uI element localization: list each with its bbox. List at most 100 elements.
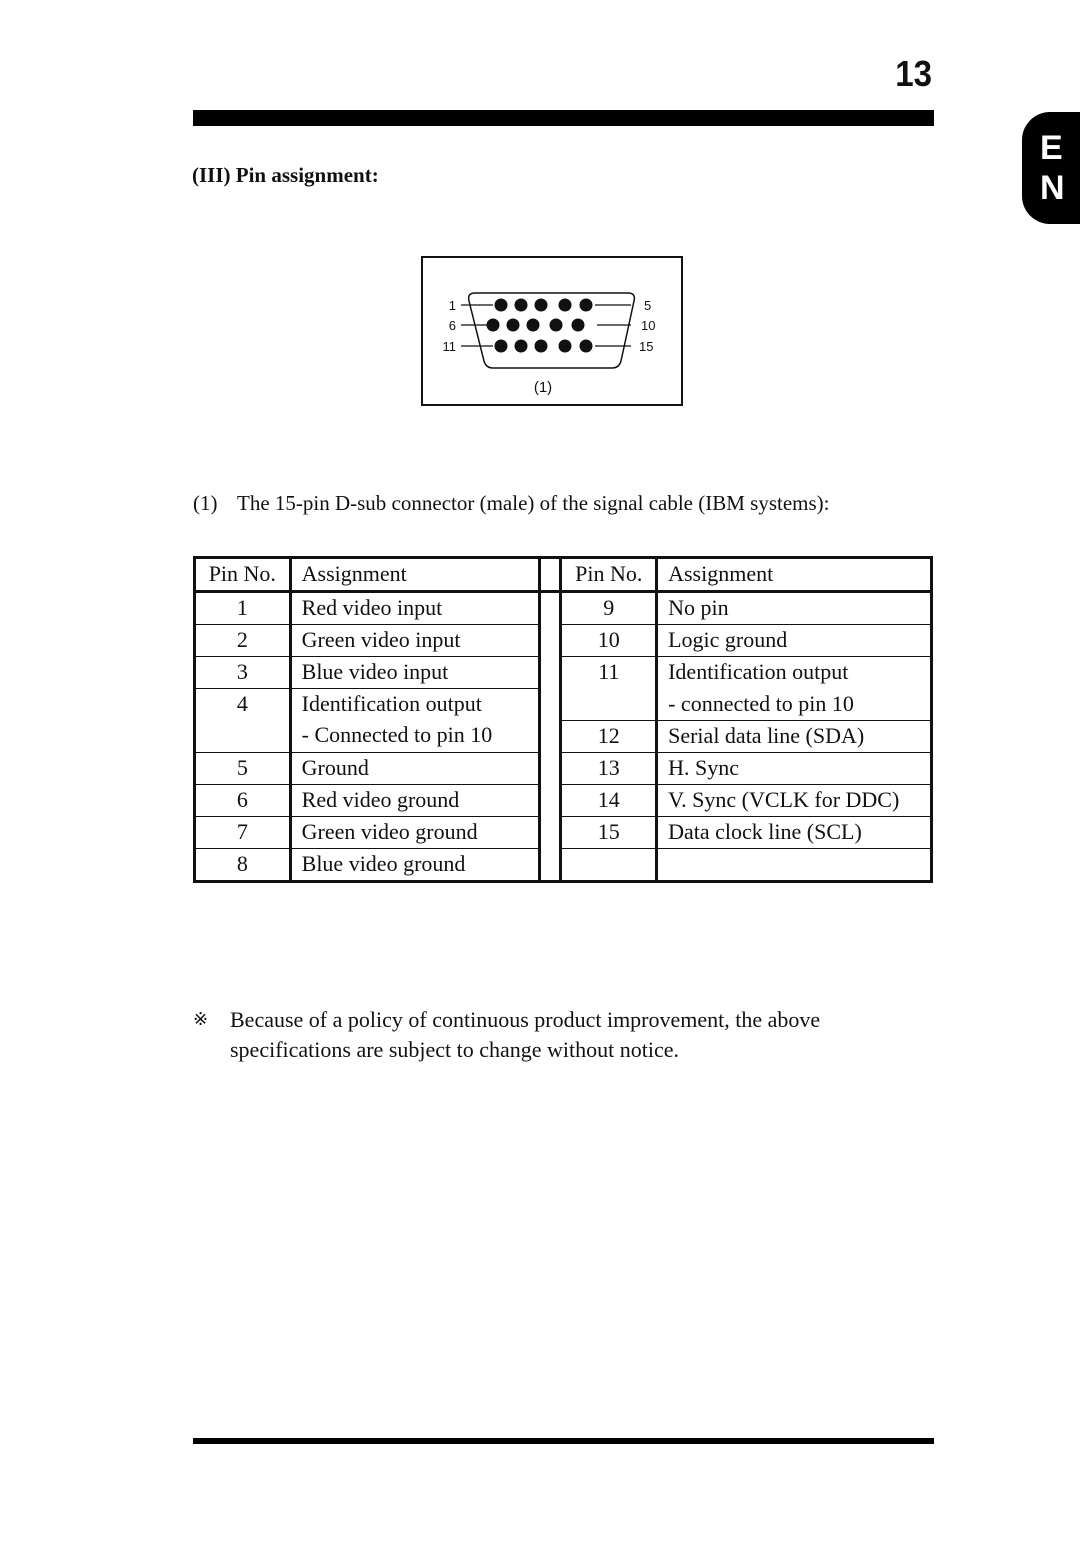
pin-number-cell-right: 15 xyxy=(560,816,659,849)
assignment-cell: Red video ground xyxy=(290,784,542,817)
pin-dot-9 xyxy=(549,318,563,332)
pin-number-cell-right: 9 xyxy=(560,591,659,625)
pin-dot-10 xyxy=(571,318,585,332)
pin-number-cell: 5 xyxy=(194,752,292,785)
assignment-cell-right: Data clock line (SCL) xyxy=(656,816,932,849)
assignment-cell: Blue video ground xyxy=(290,848,542,881)
assignment-cell: Red video input xyxy=(290,591,542,625)
asterisk-icon: ※ xyxy=(193,1009,209,1030)
header-assignment-right: Assignment xyxy=(656,557,932,593)
caption-number: (1) xyxy=(193,491,218,515)
assignment-cell-right: Logic ground xyxy=(656,624,932,657)
pin-dot-6 xyxy=(486,318,500,332)
footer-rule xyxy=(193,1438,934,1444)
pin-number-cell: 6 xyxy=(194,784,292,817)
pin-dots xyxy=(486,298,593,353)
column-gap xyxy=(539,752,563,784)
table-row: 1 Red video input 9 No pin xyxy=(194,591,932,625)
pin-dot-5 xyxy=(579,298,593,312)
header-assignment: Assignment xyxy=(290,557,542,593)
assignment-cell: Blue video input xyxy=(290,656,542,689)
column-gap xyxy=(539,848,563,881)
pin-dot-14 xyxy=(558,339,572,353)
pin-number-cell-right: 12 xyxy=(560,720,659,753)
assignment-cell: Identification output xyxy=(290,688,542,720)
pin-number-cell xyxy=(194,720,292,753)
footnote: ※ Because of a policy of continuous prod… xyxy=(193,1005,938,1065)
section-title: (III) Pin assignment: xyxy=(192,163,379,187)
column-gap xyxy=(539,624,563,657)
pin-dot-7 xyxy=(506,318,520,332)
pin-dot-11 xyxy=(494,339,508,353)
assignment-cell-right: V. Sync (VCLK for DDC) xyxy=(656,784,932,817)
language-tab-letter-2: N xyxy=(1040,169,1065,207)
assignment-cell: Ground xyxy=(290,752,542,785)
assignment-cell-right xyxy=(657,848,932,881)
table-header-row: Pin No. Assignment Pin No. Assignment xyxy=(194,557,932,593)
pin-leader-lines xyxy=(461,304,631,347)
assignment-cell-right: No pin xyxy=(656,591,932,625)
pin-number-cell-right: 10 xyxy=(560,624,659,657)
pin-dot-3 xyxy=(534,298,548,312)
pin-number-cell-right xyxy=(560,688,659,721)
pin-dot-4 xyxy=(558,298,572,312)
pin-dot-8 xyxy=(526,318,540,332)
assignment-cell-right: Serial data line (SDA) xyxy=(656,720,932,753)
pin-dot-12 xyxy=(514,339,528,353)
pin-number-cell: 4 xyxy=(194,688,292,720)
language-tab-letter-1: E xyxy=(1040,129,1063,167)
footnote-text: Because of a policy of continuous produc… xyxy=(230,1007,821,1062)
pin-label-5: 5 xyxy=(644,298,651,313)
pin-label-15: 15 xyxy=(639,339,653,354)
pin-number-cell-right: 13 xyxy=(560,752,659,785)
pin-number-cell-right xyxy=(560,848,659,881)
pin-assignment-table: Pin No. Assignment Pin No. Assignment 1R… xyxy=(193,556,933,883)
pin-dot-13 xyxy=(534,339,548,353)
column-gap xyxy=(539,688,563,720)
pin-number-cell: 1 xyxy=(194,591,292,625)
header-pin-no-right: Pin No. xyxy=(560,557,659,593)
pin-dot-2 xyxy=(514,298,528,312)
column-gap xyxy=(539,656,563,689)
pin-label-1: 1 xyxy=(449,298,456,313)
pin-label-6: 6 xyxy=(449,318,456,333)
caption-text: The 15-pin D-sub connector (male) of the… xyxy=(237,491,830,515)
assignment-cell-right: Identification output xyxy=(668,659,849,684)
table-row: - Connected to pin 10 12 Serial data line … xyxy=(194,720,932,753)
table-row: 5 Ground 13 H. Sync xyxy=(194,752,932,785)
assignment-cell: Green video ground xyxy=(290,816,542,849)
pin-label-11: 11 xyxy=(443,339,457,354)
assignment-cell-right: H. Sync xyxy=(656,752,932,785)
pin-number-cell: 3 xyxy=(194,656,292,689)
table-row: 4 Identification output - connected to pin… xyxy=(194,688,932,721)
assignment-cell-right: - connected to pin 10 xyxy=(656,688,932,721)
header-rule xyxy=(193,110,934,126)
assignment-cell: - Connected to pin 10 xyxy=(290,720,542,753)
dsub-connector-illustration: 1 5 6 10 11 15 (1) xyxy=(443,292,655,396)
column-gap xyxy=(539,816,563,848)
pin-label-10: 10 xyxy=(641,318,655,333)
table-row: 6 Red video ground 14 V. Sync (VCLK for DDC… xyxy=(194,784,932,817)
pin-number-cell: 7 xyxy=(194,816,292,849)
figure-caption: (1) The 15-pin D-sub connector (male) of … xyxy=(193,491,830,516)
assignment-cell: Green video input xyxy=(290,624,542,657)
pin-dot-1 xyxy=(494,298,508,312)
table-row: 3 Blue video input 11 Identification output xyxy=(194,656,932,689)
language-tab: E N xyxy=(1022,112,1080,224)
pin-number-cell-right: 11 xyxy=(560,656,659,689)
pin-dot-15 xyxy=(579,339,593,353)
column-gap xyxy=(539,557,563,593)
table-row: 7 Green video ground 15 Data clock line (SC… xyxy=(194,816,932,849)
page-number: 13 xyxy=(895,53,932,94)
column-gap xyxy=(539,591,563,625)
pin-number-cell: 8 xyxy=(194,848,292,881)
column-gap xyxy=(539,784,563,816)
table-row: 2 Green video input 10 Logic ground xyxy=(194,624,932,657)
connector-label: (1) xyxy=(534,379,552,396)
table-row: 8 Blue video ground xyxy=(194,848,932,881)
pin-number-cell-right: 14 xyxy=(560,784,659,817)
pin-number-cell: 2 xyxy=(194,624,292,657)
column-gap xyxy=(539,720,563,752)
header-pin-no: Pin No. xyxy=(194,557,292,593)
connector-diagram: 1 5 6 10 11 15 (1) xyxy=(421,256,683,406)
